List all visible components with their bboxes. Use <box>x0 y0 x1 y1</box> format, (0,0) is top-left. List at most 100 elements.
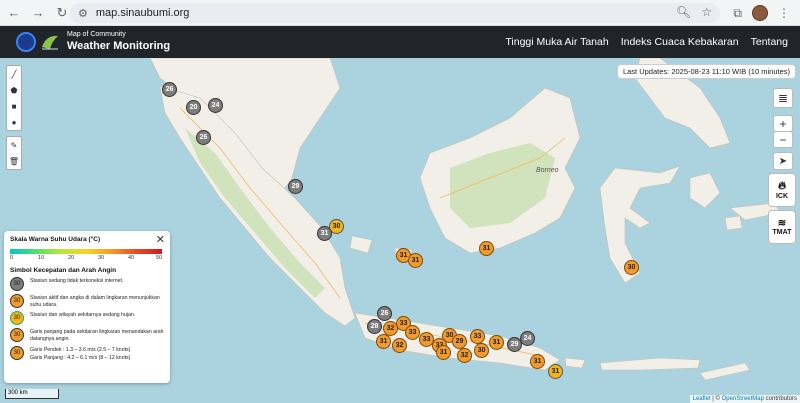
map-view[interactable]: Borneo 26 20 24 26 29 30 31 31 31 31 30 … <box>0 58 800 403</box>
site-info-icon[interactable]: ⚙ <box>78 7 88 20</box>
fire-index-button[interactable]: 🔥︎ ICK <box>768 173 796 207</box>
legend-panel: Skala Warna Suhu Udara (°C) ✕ 0 10 20 30… <box>4 231 170 383</box>
gradient-tick: 50 <box>156 255 163 261</box>
reload-icon[interactable]: ↻ <box>52 3 72 23</box>
app-header: Map of Community Weather Monitoring Ting… <box>0 26 800 58</box>
legend-row: 30 Stasiun dan wilayah sekitarnya sedang… <box>10 311 164 325</box>
menu-kebab-icon[interactable]: ⋮ <box>778 6 790 20</box>
station-marker[interactable]: 30 <box>474 343 489 358</box>
community-logo <box>42 35 58 50</box>
draw-circle-icon[interactable]: ● <box>7 114 21 130</box>
legend-close-icon[interactable]: ✕ <box>156 233 165 246</box>
station-marker[interactable]: 29 <box>452 334 467 349</box>
delete-layers-icon[interactable]: 🗑︎ <box>7 153 21 169</box>
locate-me-icon[interactable]: ➤ <box>773 152 793 170</box>
station-marker[interactable]: 33 <box>470 329 485 344</box>
brand-subtitle: Map of Community <box>67 31 126 38</box>
station-marker[interactable]: 26 <box>377 306 392 321</box>
land-bali-lombok <box>564 357 586 369</box>
draw-polygon-icon[interactable]: ⬟ <box>7 82 21 98</box>
station-marker[interactable]: 33 <box>405 325 420 340</box>
station-marker[interactable]: 26 <box>162 82 177 97</box>
station-marker[interactable]: 31 <box>489 335 504 350</box>
legend-text: Garis panjang pada sekitaran lingkaran m… <box>30 329 164 342</box>
land-bangka <box>349 235 373 254</box>
fire-index-label: ICK <box>775 193 789 200</box>
legend-row: 30 Garis Pendek : 1.3 – 3.6 m/s (2.5 – 7… <box>10 346 164 361</box>
legend-text: Stasiun sedang tidak terkoneksi internet… <box>30 278 124 284</box>
wind-direction-icon: 30 <box>10 328 24 342</box>
rain-station-icon: 30 <box>10 311 24 325</box>
station-marker[interactable]: 32 <box>392 338 407 353</box>
station-marker[interactable]: 24 <box>520 331 535 346</box>
place-label-borneo: Borneo <box>536 167 559 174</box>
land-maluku <box>689 172 721 209</box>
station-marker[interactable]: 28 <box>367 319 382 334</box>
groundwater-label: TMAT <box>772 229 792 236</box>
station-marker[interactable]: 31 <box>376 334 391 349</box>
offline-station-icon: 30 <box>10 277 24 291</box>
station-marker[interactable]: 30 <box>624 260 639 275</box>
land-buru <box>724 215 743 231</box>
land-sulawesi <box>599 165 681 284</box>
leaflet-link[interactable]: Leaflet <box>693 396 711 402</box>
wind-speed-icon: 30 <box>10 346 24 360</box>
gradient-tick: 0 <box>10 255 14 261</box>
attribution-tail: contributors <box>763 396 797 402</box>
station-marker[interactable]: 31 <box>479 241 494 256</box>
groundwater-button[interactable]: ≋ TMAT <box>768 210 796 244</box>
brand[interactable]: Map of Community Weather Monitoring <box>67 31 170 53</box>
nav-fire-weather[interactable]: Indeks Cuaca Kebakaran <box>621 36 739 48</box>
draw-polyline-icon[interactable]: ╱ <box>7 66 21 82</box>
layers-control-icon[interactable]: ≣ <box>773 88 793 108</box>
zoom-out-button[interactable]: − <box>773 131 793 148</box>
station-marker[interactable]: 31 <box>408 253 423 268</box>
back-icon[interactable]: ← <box>4 3 24 23</box>
wind-long-text: Garis Panjang : 4.2 – 6.1 m/s (8 – 12 kn… <box>30 354 131 361</box>
attribution-separator: | © <box>710 396 722 402</box>
gradient-tick: 40 <box>128 255 135 261</box>
station-marker[interactable]: 31 <box>317 226 332 241</box>
legend-title: Skala Warna Suhu Udara (°C) <box>10 236 101 243</box>
land-sumbawa-flores <box>599 357 701 371</box>
edit-toolbar: ✎ 🗑︎ <box>6 136 22 170</box>
bookmark-star-icon[interactable]: ☆ <box>701 5 712 19</box>
nav-groundwater[interactable]: Tinggi Muka Air Tanah <box>505 36 608 48</box>
legend-text: Stasiun aktif dan angka di dalam lingkar… <box>30 295 160 308</box>
station-marker[interactable]: 31 <box>436 345 451 360</box>
water-waves-icon: ≋ <box>777 218 787 229</box>
map-attribution: Leaflet | © OpenStreetMap contributors <box>689 395 800 403</box>
station-marker[interactable]: 31 <box>530 354 545 369</box>
extensions-icon[interactable]: ⧉ <box>733 6 742 21</box>
edit-layers-icon[interactable]: ✎ <box>7 137 21 153</box>
station-marker[interactable]: 26 <box>196 130 211 145</box>
browser-toolbar: ← → ↻ ⚙ map.sinaubumi.org 🔍︎ ☆ ⧉ ⋮ <box>0 0 800 26</box>
legend-row: 30 Stasiun aktif dan angka di dalam ling… <box>10 294 164 308</box>
station-marker[interactable]: 20 <box>186 100 201 115</box>
legend-row: 30 Garis panjang pada sekitaran lingkara… <box>10 328 164 342</box>
profile-avatar[interactable] <box>752 5 768 21</box>
legend-text: Stasiun dan wilayah sekitarnya sedang hu… <box>30 312 136 318</box>
url-text: map.sinaubumi.org <box>95 7 190 19</box>
legend-row: 30 Stasiun sedang tidak terkoneksi inter… <box>10 277 164 291</box>
zoom-in-button[interactable]: + <box>773 115 793 132</box>
station-marker[interactable]: 29 <box>507 337 522 352</box>
wind-short-text: Garis Pendek : 1.3 – 3.6 m/s (2.5 – 7 kn… <box>30 347 131 353</box>
institution-logo <box>16 32 36 52</box>
active-station-icon: 30 <box>10 294 24 308</box>
scale-bar: 300 km <box>5 389 59 399</box>
gradient-tick: 10 <box>38 255 45 261</box>
draw-rectangle-icon[interactable]: ■ <box>7 98 21 114</box>
forward-icon[interactable]: → <box>28 3 48 23</box>
station-marker[interactable]: 29 <box>288 179 303 194</box>
nav-about[interactable]: Tentang <box>751 36 788 48</box>
zoom-icon[interactable]: 🔍︎ <box>676 5 691 19</box>
station-marker[interactable]: 24 <box>208 98 223 113</box>
draw-toolbar: ╱ ⬟ ■ ● <box>6 65 22 131</box>
address-bar[interactable]: ⚙ map.sinaubumi.org 🔍︎ ☆ <box>70 3 720 23</box>
wind-legend-title: Simbol Kecepatan dan Arah Angin <box>10 267 117 274</box>
gradient-tick: 30 <box>98 255 105 261</box>
station-marker[interactable]: 32 <box>457 348 472 363</box>
osm-link[interactable]: OpenStreetMap <box>722 396 764 402</box>
station-marker[interactable]: 31 <box>548 364 563 379</box>
